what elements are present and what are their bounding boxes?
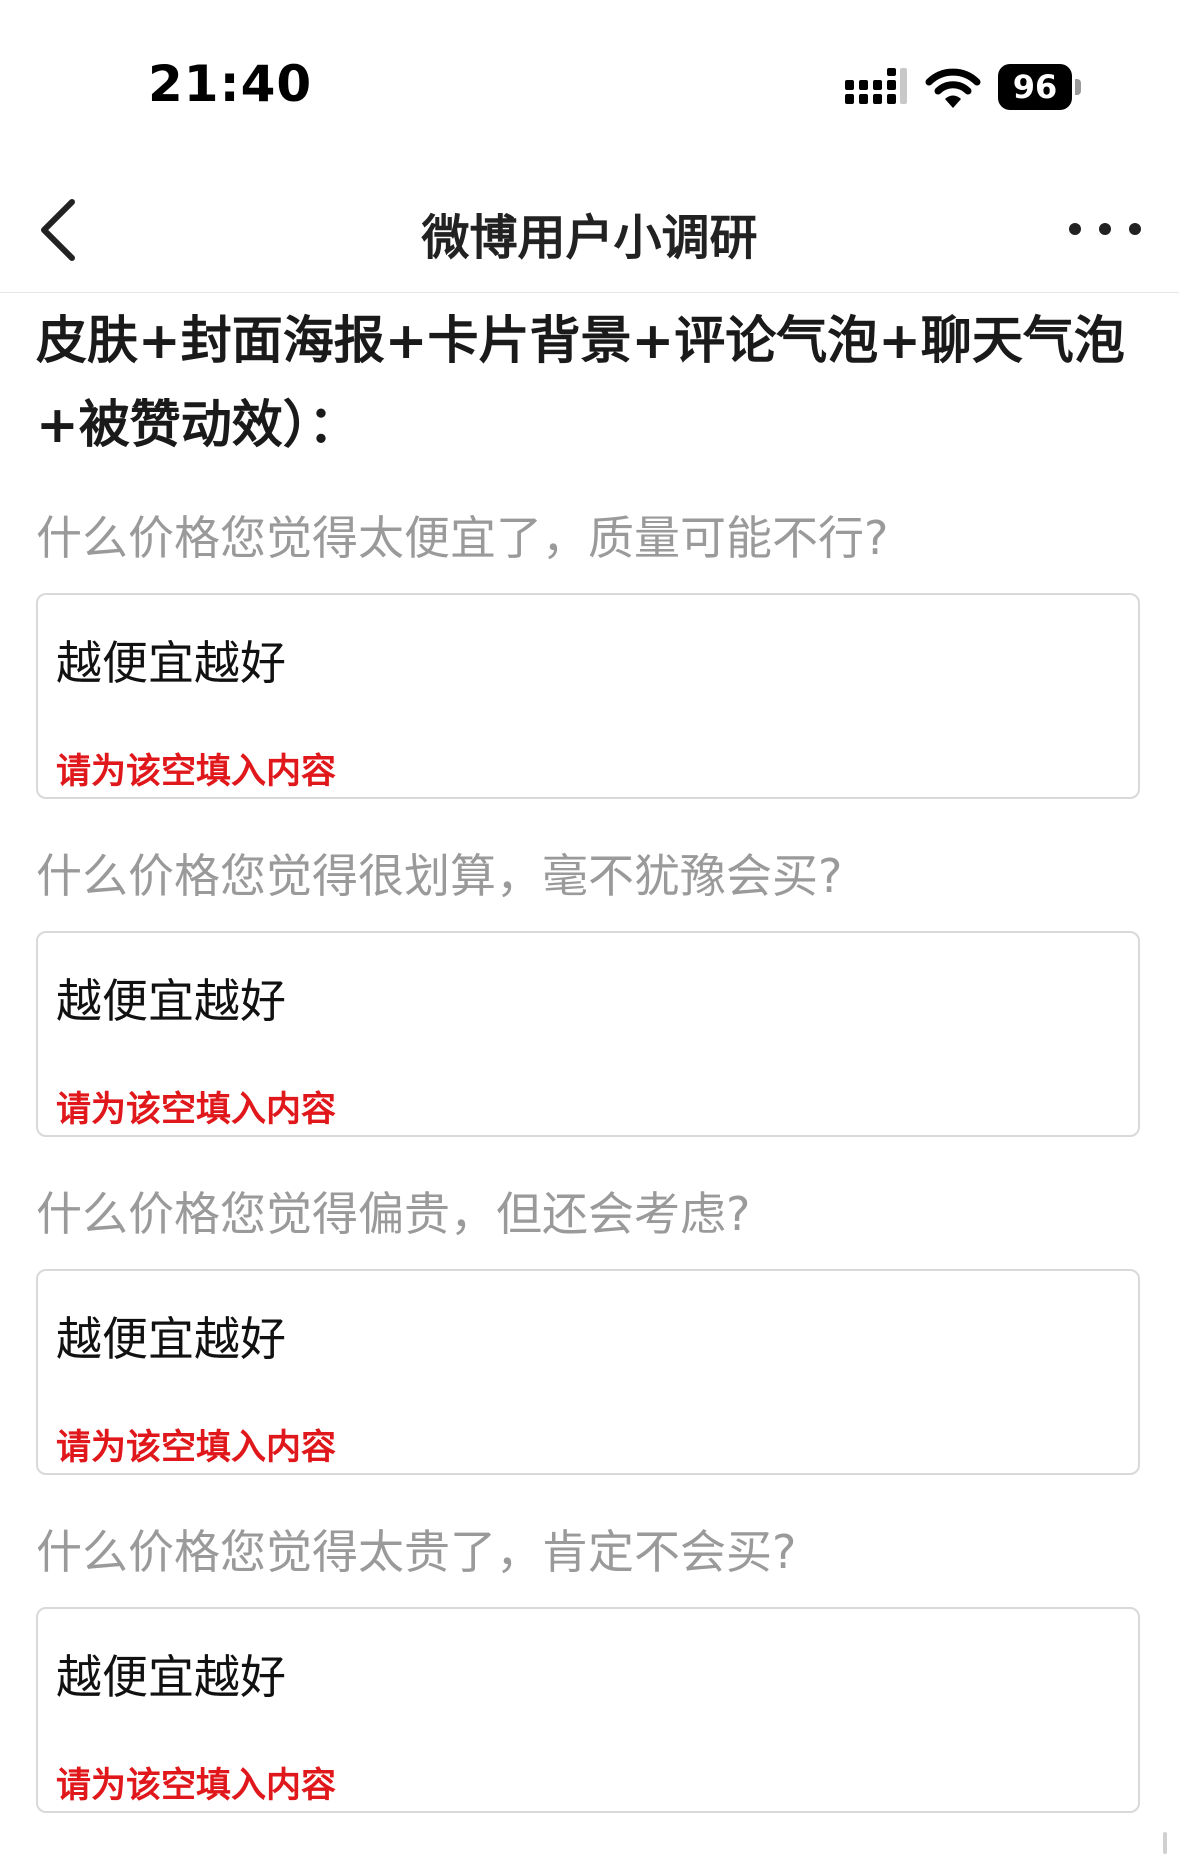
question-label: 什么价格您觉得很划算，毫不犹豫会买? (36, 849, 843, 903)
answer-value: 越便宜越好 (56, 636, 286, 690)
answer-value: 越便宜越好 (56, 1650, 286, 1704)
more-dots-icon[interactable] (1065, 214, 1145, 244)
question-label: 什么价格您觉得太贵了，肯定不会买? (36, 1525, 797, 1579)
answer-value: 越便宜越好 (56, 974, 286, 1028)
answer-field[interactable]: 越便宜越好 请为该空填入内容 (36, 931, 1140, 1137)
nav-bar: 微博用户小调研 (0, 170, 1179, 293)
validation-error: 请为该空填入内容 (56, 1766, 337, 1806)
answer-field[interactable]: 越便宜越好 请为该空填入内容 (36, 1269, 1140, 1475)
survey-intro-text: 皮肤+封面海报+卡片背景+评论气泡+聊天气泡 +被赞动效）： (36, 300, 1146, 468)
battery-cap (1075, 79, 1081, 95)
battery-icon: 96 (998, 64, 1082, 110)
validation-error: 请为该空填入内容 (56, 1428, 337, 1468)
battery-level: 96 (998, 64, 1072, 110)
answer-value: 越便宜越好 (56, 1312, 286, 1366)
question-label: 什么价格您觉得太便宜了，质量可能不行? (36, 511, 889, 565)
answer-field[interactable]: 越便宜越好 请为该空填入内容 (36, 1607, 1140, 1813)
intro-line-1: 皮肤+封面海报+卡片背景+评论气泡+聊天气泡 (36, 312, 1125, 371)
status-time: 21:40 (148, 55, 313, 113)
cellular-signal-icon (845, 68, 907, 104)
status-bar: 21:40 96 (0, 0, 1179, 170)
page-title: 微博用户小调研 (421, 210, 758, 266)
wifi-icon (925, 68, 981, 108)
answer-field[interactable]: 越便宜越好 请为该空填入内容 (36, 593, 1140, 799)
intro-line-2: +被赞动效）： (36, 396, 360, 455)
scrollbar[interactable] (1163, 1832, 1167, 1854)
validation-error: 请为该空填入内容 (56, 1090, 337, 1130)
validation-error: 请为该空填入内容 (56, 752, 337, 792)
question-label: 什么价格您觉得偏贵，但还会考虑? (36, 1187, 751, 1241)
